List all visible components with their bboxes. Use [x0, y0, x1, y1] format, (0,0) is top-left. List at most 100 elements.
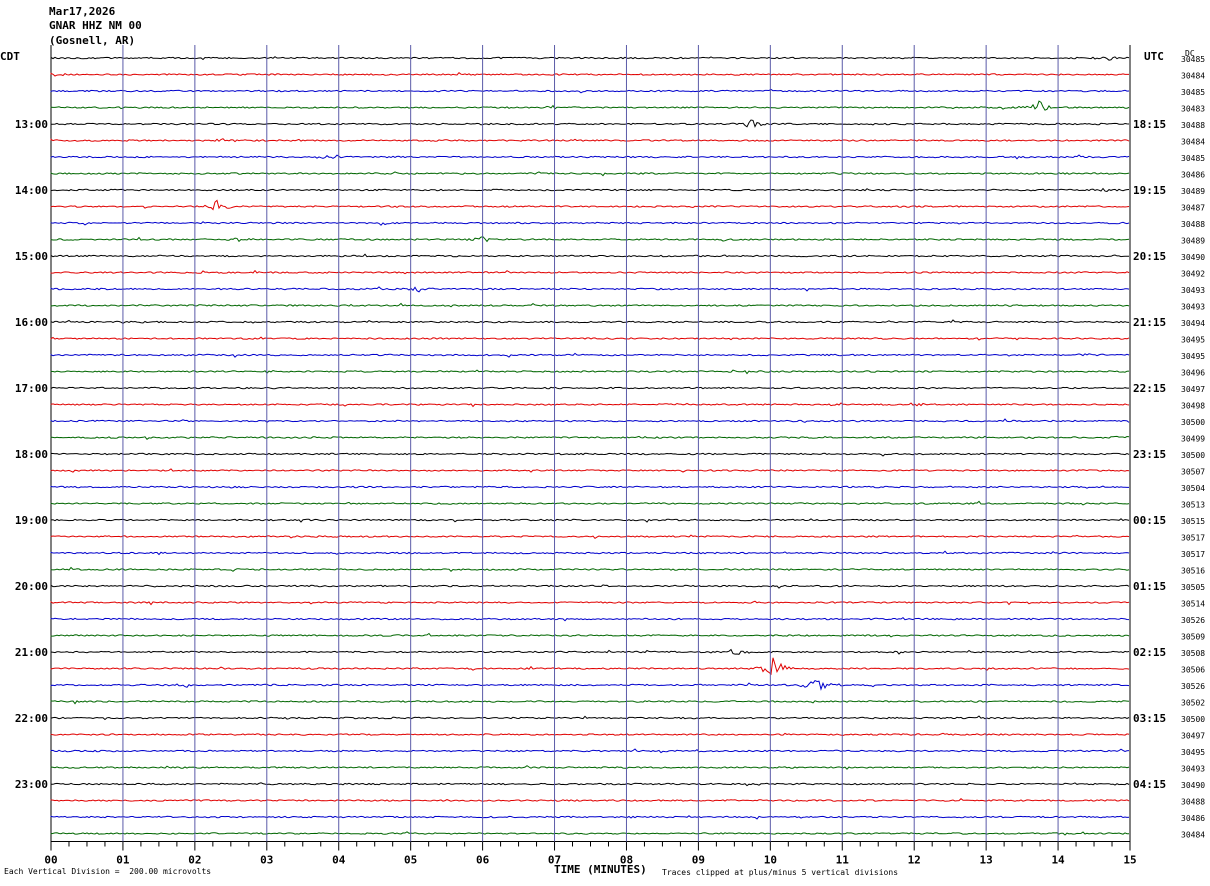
x-axis-label: TIME (MINUTES) [554, 863, 647, 876]
dc-value-42: 30495 [1181, 748, 1205, 757]
right-hour-label-4: 22:15 [1133, 382, 1166, 395]
dc-value-7: 30486 [1181, 171, 1205, 180]
x-tick-label-05: 05 [404, 854, 417, 867]
trace-39 [50, 700, 1130, 705]
trace-14 [50, 286, 1130, 293]
right-hour-label-6: 00:15 [1133, 514, 1166, 527]
right-hour-label-3: 21:15 [1133, 316, 1166, 329]
dc-value-6: 30485 [1181, 154, 1205, 163]
dc-value-2: 30485 [1181, 88, 1205, 97]
left-hour-label-4: 17:00 [15, 382, 48, 395]
dc-value-16: 30494 [1181, 319, 1205, 328]
trace-38 [50, 679, 1130, 691]
trace-5 [50, 138, 1130, 143]
trace-19 [50, 369, 1130, 375]
trace-9 [50, 199, 1130, 211]
trace-12 [50, 253, 1130, 258]
dc-value-11: 30489 [1181, 237, 1205, 246]
trace-28 [50, 518, 1130, 523]
trace-40 [50, 715, 1130, 721]
x-tick-label-12: 12 [908, 854, 921, 867]
dc-value-9: 30487 [1181, 204, 1205, 213]
trace-6 [50, 154, 1130, 160]
dc-value-4: 30488 [1181, 121, 1205, 130]
left-hour-label-1: 14:00 [15, 184, 48, 197]
dc-label: DC [1185, 49, 1195, 58]
right-hour-label-10: 04:15 [1133, 778, 1166, 791]
trace-7 [50, 171, 1130, 177]
trace-47 [50, 831, 1129, 836]
right-hour-label-2: 20:15 [1133, 250, 1166, 263]
x-tick-label-06: 06 [476, 854, 490, 867]
x-tick-label-04: 04 [332, 854, 346, 867]
x-tick-label-09: 09 [692, 854, 705, 867]
right-hour-label-9: 03:15 [1133, 712, 1166, 725]
x-tick-label-01: 01 [116, 854, 130, 867]
dc-value-20: 30497 [1181, 385, 1205, 394]
trace-36 [50, 648, 1130, 655]
dc-value-23: 30499 [1181, 435, 1205, 444]
dc-value-13: 30492 [1181, 270, 1205, 279]
dc-value-34: 30526 [1181, 616, 1205, 625]
trace-4 [50, 119, 1130, 128]
trace-0 [50, 56, 1130, 61]
helicorder-chart: 00 01 02 03 04 05 06 07 08 09 10 11 12 13 14 1513:0014:… [15, 45, 1205, 867]
trace-3 [50, 100, 1130, 111]
left-hour-label-0: 13:00 [15, 118, 48, 131]
left-hour-label-10: 23:00 [15, 778, 48, 791]
trace-2 [50, 88, 1130, 94]
trace-1 [50, 72, 1129, 77]
right-hour-label-8: 02:15 [1133, 646, 1166, 659]
dc-value-22: 30500 [1181, 418, 1205, 427]
right-hour-label-5: 23:15 [1133, 448, 1166, 461]
location-label: (Gosnell, AR) [49, 34, 136, 47]
left-hour-label-9: 22:00 [15, 712, 48, 725]
dc-value-32: 30505 [1181, 583, 1205, 592]
left-hour-label-2: 15:00 [15, 250, 48, 263]
trace-8 [50, 187, 1130, 193]
dc-value-10: 30488 [1181, 220, 1205, 229]
trace-37 [50, 657, 1130, 676]
dc-value-44: 30490 [1181, 781, 1205, 790]
x-tick-label-14: 14 [1051, 854, 1065, 867]
right-hour-label-7: 01:15 [1133, 580, 1166, 593]
dc-value-12: 30490 [1181, 253, 1205, 262]
x-tick-label-02: 02 [188, 854, 201, 867]
dc-value-19: 30496 [1181, 369, 1205, 378]
trace-27 [50, 500, 1130, 506]
x-tick-label-11: 11 [836, 854, 850, 867]
date-label: Mar17,2026 [49, 5, 116, 18]
dc-value-21: 30498 [1181, 402, 1205, 411]
dc-value-46: 30486 [1181, 814, 1205, 823]
trace-42 [50, 748, 1130, 754]
trace-31 [50, 566, 1130, 572]
left-hour-label-7: 20:00 [15, 580, 48, 593]
station-label: GNAR HHZ NM 00 [49, 19, 142, 32]
trace-46 [50, 815, 1130, 820]
dc-value-30: 30517 [1181, 550, 1205, 559]
trace-32 [50, 584, 1130, 589]
dc-value-38: 30526 [1181, 682, 1205, 691]
trace-25 [50, 468, 1130, 473]
dc-value-41: 30497 [1181, 732, 1205, 741]
dc-value-17: 30495 [1181, 336, 1205, 345]
trace-15 [50, 302, 1130, 308]
dc-value-31: 30516 [1181, 567, 1205, 576]
trace-29 [50, 534, 1130, 540]
right-hour-label-1: 19:15 [1133, 184, 1166, 197]
dc-value-45: 30488 [1181, 798, 1205, 807]
right-timezone-label: UTC [1144, 50, 1164, 63]
trace-22 [50, 418, 1130, 423]
dc-value-1: 30484 [1181, 72, 1205, 81]
trace-10 [50, 221, 1130, 226]
dc-value-39: 30502 [1181, 699, 1205, 708]
x-tick-label-10: 10 [764, 854, 777, 867]
dc-value-40: 30500 [1181, 715, 1205, 724]
dc-value-5: 30484 [1181, 138, 1205, 147]
right-hour-label-0: 18:15 [1133, 118, 1166, 131]
x-tick-label-15: 15 [1123, 854, 1136, 867]
dc-value-25: 30507 [1181, 468, 1205, 477]
dc-value-36: 30508 [1181, 649, 1205, 658]
dc-value-24: 30500 [1181, 451, 1205, 460]
left-timezone-label: CDT [0, 50, 20, 63]
